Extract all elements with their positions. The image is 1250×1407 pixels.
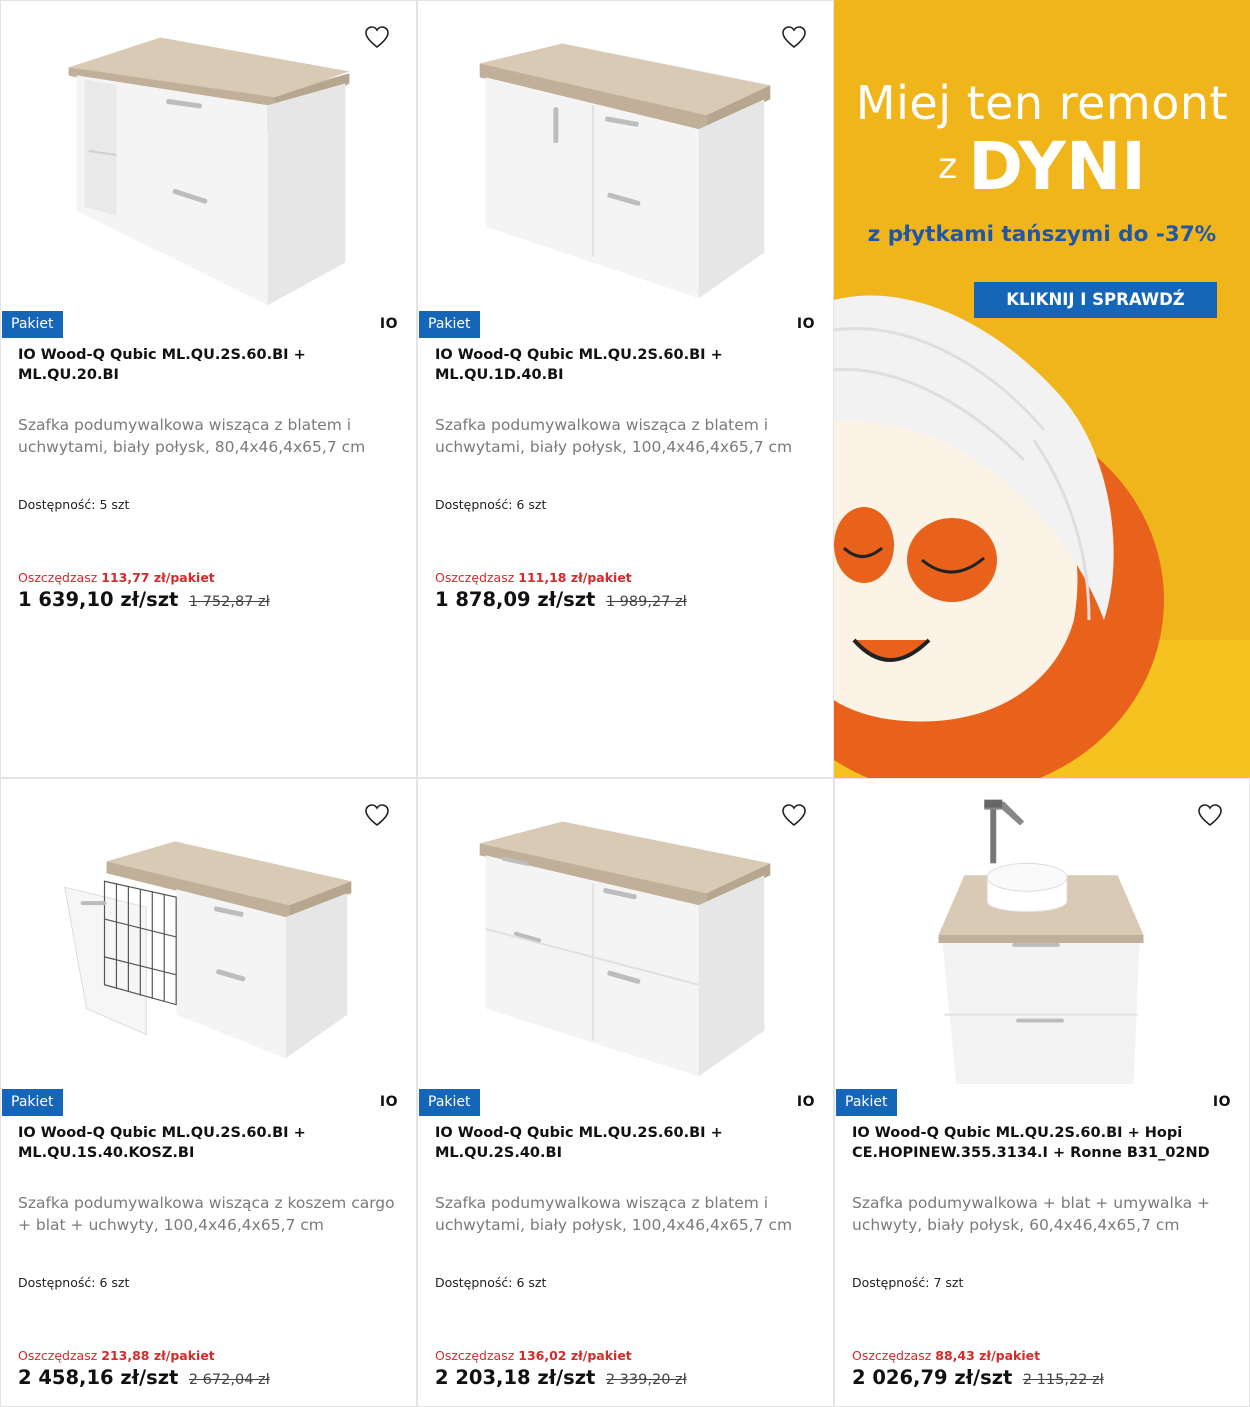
- old-price: 2 339,20 zł: [605, 1372, 687, 1388]
- wishlist-heart-icon[interactable]: [781, 25, 807, 51]
- savings-label: Oszczędzasz: [852, 1348, 932, 1363]
- price-row: 2 026,79 zł/szt 2 115,22 zł: [852, 1366, 1104, 1389]
- price-row: 2 458,16 zł/szt 2 672,04 zł: [18, 1366, 270, 1389]
- savings-label: Oszczędzasz: [18, 570, 98, 585]
- product-card[interactable]: Pakiet IO IO Wood-Q Qubic ML.QU.2S.60.BI…: [834, 778, 1250, 1407]
- banner-headline-2: z DYNI: [834, 128, 1250, 205]
- old-price: 1 989,27 zł: [605, 594, 687, 610]
- banner-cta-button[interactable]: KLIKNIJ I SPRAWDŹ: [974, 282, 1217, 318]
- wishlist-heart-icon[interactable]: [781, 803, 807, 829]
- product-title[interactable]: IO Wood-Q Qubic ML.QU.2S.60.BI + ML.QU.2…: [435, 1123, 819, 1163]
- product-title[interactable]: IO Wood-Q Qubic ML.QU.2S.60.BI + Hopi CE…: [852, 1123, 1235, 1163]
- product-image[interactable]: [835, 779, 1249, 1084]
- savings-label: Oszczędzasz: [435, 570, 515, 585]
- package-badge: Pakiet: [2, 311, 63, 338]
- availability-value: 6 szt: [516, 497, 547, 512]
- availability: Dostępność: 6 szt: [435, 497, 546, 512]
- product-title[interactable]: IO Wood-Q Qubic ML.QU.2S.60.BI + ML.QU.1…: [18, 1123, 402, 1163]
- availability-value: 7 szt: [933, 1275, 964, 1290]
- product-title[interactable]: IO Wood-Q Qubic ML.QU.2S.60.BI + ML.QU.1…: [435, 345, 819, 385]
- banner-keyword: DYNI: [968, 128, 1146, 205]
- product-card[interactable]: Pakiet IO IO Wood-Q Qubic ML.QU.2S.60.BI…: [417, 778, 834, 1407]
- brand-label: IO: [379, 1094, 398, 1110]
- savings-value: 88,43 zł/pakiet: [935, 1348, 1041, 1363]
- availability-label: Dostępność:: [18, 497, 96, 512]
- current-price: 2 203,18 zł/szt: [435, 1366, 596, 1389]
- availability-label: Dostępność:: [435, 1275, 513, 1290]
- savings-value: 213,88 zł/pakiet: [101, 1348, 215, 1363]
- product-image[interactable]: [1, 779, 416, 1084]
- savings-label: Oszczędzasz: [18, 1348, 98, 1363]
- package-badge: Pakiet: [836, 1089, 897, 1116]
- product-description: Szafka podumywalkowa wisząca z blatem i …: [18, 416, 366, 456]
- availability-label: Dostępność:: [852, 1275, 930, 1290]
- banner-subline: z płytkami tańszymi do -37%: [867, 222, 1217, 247]
- brand-label: IO: [379, 316, 398, 332]
- brand-label: IO: [1212, 1094, 1231, 1110]
- savings-value: 136,02 zł/pakiet: [518, 1348, 632, 1363]
- product-card[interactable]: Pakiet IO IO Wood-Q Qubic ML.QU.2S.60.BI…: [417, 0, 834, 778]
- availability-label: Dostępność:: [435, 497, 513, 512]
- wishlist-heart-icon[interactable]: [364, 803, 390, 829]
- availability-value: 6 szt: [516, 1275, 547, 1290]
- wishlist-heart-icon[interactable]: [1197, 803, 1223, 829]
- availability-label: Dostępność:: [18, 1275, 96, 1290]
- brand-label: IO: [796, 1094, 815, 1110]
- product-image[interactable]: [418, 779, 833, 1084]
- savings-label: Oszczędzasz: [435, 1348, 515, 1363]
- availability: Dostępność: 6 szt: [435, 1275, 546, 1290]
- product-description: Szafka podumywalkowa wisząca z blatem i …: [435, 1194, 793, 1234]
- package-badge: Pakiet: [419, 1089, 480, 1116]
- product-grid: Pakiet IO IO Wood-Q Qubic ML.QU.2S.60.BI…: [0, 0, 1250, 1407]
- old-price: 1 752,87 zł: [188, 594, 270, 610]
- product-image[interactable]: [418, 1, 833, 306]
- product-description: Szafka podumywalkowa + blat + umywalka +…: [852, 1194, 1210, 1234]
- price-row: 1 639,10 zł/szt 1 752,87 zł: [18, 588, 270, 611]
- package-badge: Pakiet: [2, 1089, 63, 1116]
- savings-value: 111,18 zł/pakiet: [518, 570, 632, 585]
- availability-value: 6 szt: [99, 1275, 130, 1290]
- banner-headline: Miej ten remont: [855, 76, 1229, 130]
- product-card[interactable]: Pakiet IO IO Wood-Q Qubic ML.QU.2S.60.BI…: [0, 0, 417, 778]
- product-description: Szafka podumywalkowa wisząca z koszem ca…: [18, 1194, 395, 1234]
- current-price: 2 026,79 zł/szt: [852, 1366, 1013, 1389]
- product-image[interactable]: [1, 1, 416, 306]
- promo-banner[interactable]: Miej ten remont z DYNI z płytkami tańszy…: [834, 0, 1250, 778]
- savings: Oszczędzasz 111,18 zł/pakiet: [435, 570, 632, 585]
- old-price: 2 115,22 zł: [1022, 1372, 1104, 1388]
- wishlist-heart-icon[interactable]: [364, 25, 390, 51]
- savings: Oszczędzasz 88,43 zł/pakiet: [852, 1348, 1040, 1363]
- savings: Oszczędzasz 213,88 zł/pakiet: [18, 1348, 215, 1363]
- availability-value: 5 szt: [99, 497, 130, 512]
- banner-prefix: z: [938, 146, 958, 187]
- price-row: 2 203,18 zł/szt 2 339,20 zł: [435, 1366, 687, 1389]
- current-price: 1 639,10 zł/szt: [18, 588, 179, 611]
- savings-value: 113,77 zł/pakiet: [101, 570, 215, 585]
- current-price: 1 878,09 zł/szt: [435, 588, 596, 611]
- availability: Dostępność: 5 szt: [18, 497, 129, 512]
- price-row: 1 878,09 zł/szt 1 989,27 zł: [435, 588, 687, 611]
- availability: Dostępność: 7 szt: [852, 1275, 963, 1290]
- product-card[interactable]: Pakiet IO IO Wood-Q Qubic ML.QU.2S.60.BI…: [0, 778, 417, 1407]
- product-description: Szafka podumywalkowa wisząca z blatem i …: [435, 416, 793, 456]
- brand-label: IO: [796, 316, 815, 332]
- savings: Oszczędzasz 136,02 zł/pakiet: [435, 1348, 632, 1363]
- availability: Dostępność: 6 szt: [18, 1275, 129, 1290]
- savings: Oszczędzasz 113,77 zł/pakiet: [18, 570, 215, 585]
- product-title[interactable]: IO Wood-Q Qubic ML.QU.2S.60.BI + ML.QU.2…: [18, 345, 402, 385]
- package-badge: Pakiet: [419, 311, 480, 338]
- current-price: 2 458,16 zł/szt: [18, 1366, 179, 1389]
- old-price: 2 672,04 zł: [188, 1372, 270, 1388]
